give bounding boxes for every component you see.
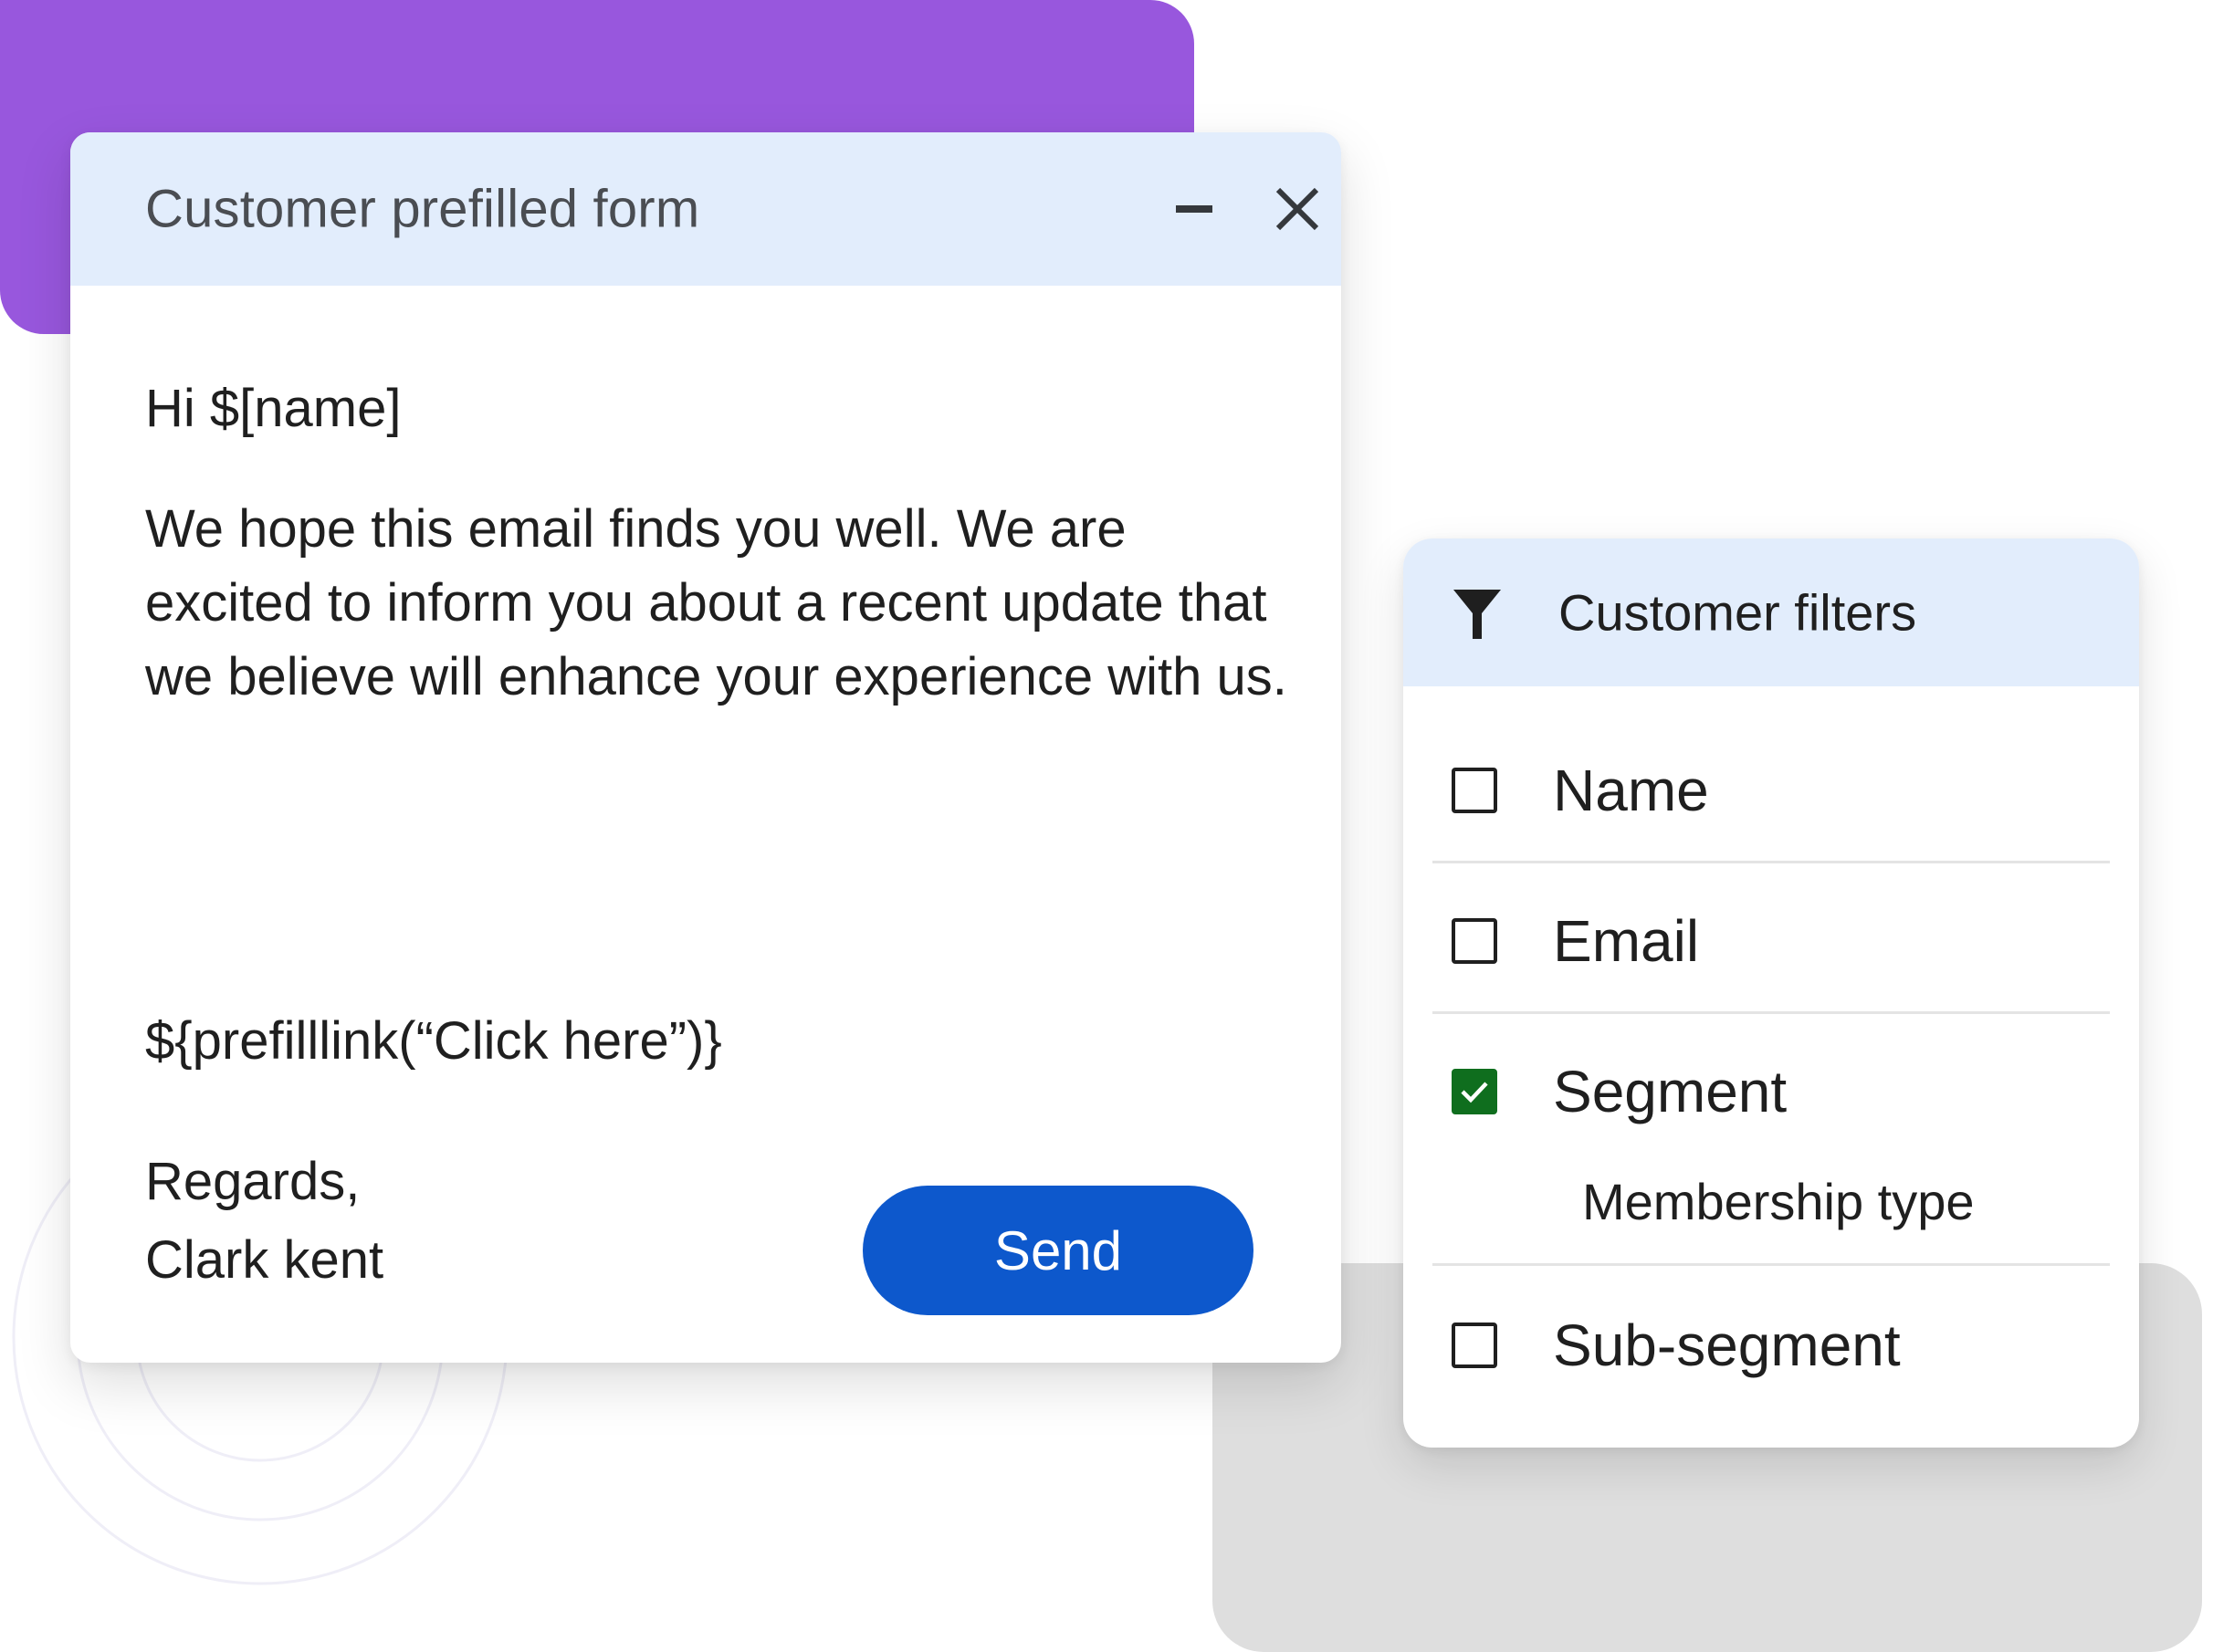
filter-item-label: Sub-segment [1553, 1312, 1901, 1378]
sub-segment-checkbox[interactable] [1452, 1323, 1497, 1368]
divider [1432, 1263, 2110, 1266]
email-checkbox[interactable] [1452, 918, 1497, 964]
filter-item-label: Email [1553, 908, 1700, 974]
close-button[interactable] [1261, 173, 1334, 246]
email-signature: Clark kent [145, 1230, 384, 1290]
prefill-link-placeholder: ${prefilllink(“Click here”)} [145, 1011, 722, 1071]
checkmark-icon [1461, 1082, 1488, 1103]
filter-item-segment[interactable]: Segment [1403, 1046, 2139, 1137]
filter-item-email[interactable]: Email [1403, 895, 2139, 987]
segment-checkbox[interactable] [1452, 1069, 1497, 1114]
filters-title: Customer filters [1558, 583, 1917, 642]
filters-header: Customer filters [1403, 538, 2139, 686]
divider [1432, 1011, 2110, 1014]
compose-title: Customer prefilled form [145, 179, 700, 239]
filter-item-name[interactable]: Name [1403, 745, 2139, 836]
filter-item-sub-segment[interactable]: Sub-segment [1403, 1300, 2139, 1391]
minimize-button[interactable] [1158, 173, 1231, 246]
email-greeting: Hi $[name] [145, 379, 402, 438]
customer-filters-panel: Customer filters Name Email Segment Memb… [1403, 538, 2139, 1448]
filter-item-label: Segment [1553, 1059, 1788, 1124]
membership-type-option[interactable]: Membership type [1582, 1172, 1975, 1231]
compose-header: Customer prefilled form [70, 132, 1341, 286]
minimize-icon [1176, 205, 1212, 213]
send-button[interactable]: Send [863, 1186, 1253, 1315]
filter-item-label: Name [1553, 758, 1709, 823]
close-icon [1275, 187, 1319, 231]
name-checkbox[interactable] [1452, 768, 1497, 813]
filter-funnel-icon [1453, 590, 1501, 639]
email-message: We hope this email finds you well. We ar… [145, 499, 1287, 706]
email-closing: Regards, [145, 1152, 361, 1211]
compose-window: Customer prefilled form Hi $[name] We ho… [70, 132, 1341, 1363]
divider [1432, 861, 2110, 863]
